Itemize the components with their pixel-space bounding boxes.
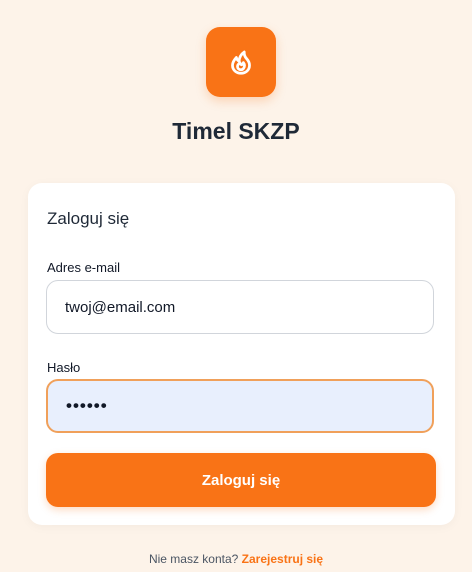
- login-button[interactable]: Zaloguj się: [46, 453, 436, 507]
- flame-icon: [231, 50, 251, 75]
- register-link[interactable]: Zarejestruj się: [242, 552, 323, 566]
- app-logo: [206, 27, 276, 97]
- email-label: Adres e-mail: [47, 260, 120, 275]
- app-title: Timel SKZP: [172, 118, 300, 144]
- register-prompt-text: Nie masz konta?: [148, 552, 239, 566]
- login-heading: Zaloguj się: [47, 209, 130, 228]
- email-field[interactable]: twoj@email.com: [46, 280, 434, 334]
- password-label: Hasło: [47, 360, 81, 375]
- login-card: Zaloguj się Adres e-mail twoj@email.com …: [28, 183, 455, 525]
- register-prompt: Nie masz konta? Zarejestruj się: [0, 552, 472, 566]
- password-field[interactable]: ••••••: [46, 379, 434, 433]
